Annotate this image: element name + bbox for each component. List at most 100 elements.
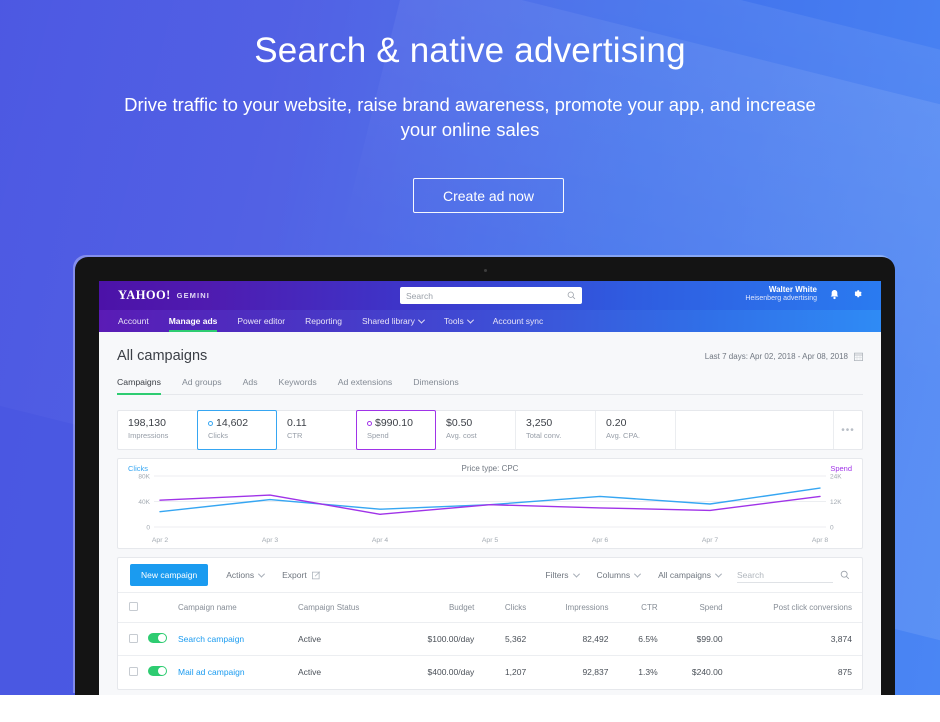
search-icon[interactable]: [840, 570, 850, 580]
chevron-down-icon: [417, 316, 425, 324]
create-ad-now-button[interactable]: Create ad now: [413, 178, 564, 213]
tab-campaigns[interactable]: Campaigns: [117, 377, 161, 395]
table-row[interactable]: Mail ad campaign Active $400.00/day 1,20…: [118, 655, 862, 689]
col-post-click-conversions[interactable]: Post click conversions: [739, 593, 862, 623]
chevron-down-icon: [714, 570, 723, 578]
col-clicks[interactable]: Clicks: [490, 593, 542, 623]
nav-item-reporting[interactable]: Reporting: [305, 310, 342, 332]
cell-spend: $99.00: [673, 622, 739, 656]
kpi-more-options-button[interactable]: •••: [834, 411, 862, 449]
kpi-value: 0.11: [287, 417, 307, 429]
kpi-label: Avg. CPA.: [606, 431, 640, 440]
tab-ad-extensions[interactable]: Ad extensions: [338, 377, 393, 394]
svg-text:Apr 4: Apr 4: [372, 537, 388, 544]
select-all-checkbox[interactable]: [128, 602, 138, 611]
cell-clicks: 5,362: [490, 622, 543, 656]
external-link-icon: [311, 570, 320, 579]
row-toggle-cell: [148, 622, 178, 656]
yahoo-logo[interactable]: YAHOO!: [118, 288, 171, 303]
svg-text:Apr 2: Apr 2: [152, 537, 168, 544]
user-info[interactable]: Walter White Heisenberg advertising: [745, 285, 817, 304]
table-header-row: Campaign name Campaign Status Budget Cli…: [118, 593, 862, 623]
campaign-name-link[interactable]: Mail ad campaign: [178, 667, 245, 677]
nav-item-account-sync[interactable]: Account sync: [493, 310, 544, 332]
svg-text:Apr 5: Apr 5: [482, 537, 498, 544]
kpi-empty-space: [676, 411, 834, 449]
col-campaign-name[interactable]: Campaign name: [178, 593, 298, 623]
col-ctr[interactable]: CTR: [624, 593, 673, 623]
nav-item-manage-ads[interactable]: Manage ads: [168, 310, 218, 332]
col-campaign-status[interactable]: Campaign Status: [298, 593, 403, 623]
nav-item-power-editor[interactable]: Power editor: [237, 310, 285, 332]
nav-item-shared-library[interactable]: Shared library: [362, 310, 425, 332]
nav-item-tools[interactable]: Tools: [443, 310, 474, 332]
new-campaign-button[interactable]: New campaign: [130, 564, 209, 586]
tab-ads[interactable]: Ads: [243, 377, 258, 394]
user-name: Walter White: [768, 285, 817, 294]
kpi-impressions[interactable]: 198,130 Impressions: [118, 411, 198, 449]
cell-ctr: 1.3%: [624, 655, 674, 689]
tab-dimensions[interactable]: Dimensions: [413, 377, 458, 394]
col-budget[interactable]: Budget: [403, 593, 490, 623]
col-impressions[interactable]: Impressions: [542, 593, 624, 623]
hero-banner: Search & native advertising Drive traffi…: [0, 0, 940, 695]
cell-clicks: 1,207: [490, 655, 543, 689]
svg-text:24K: 24K: [830, 474, 842, 481]
columns-dropdown[interactable]: Columns: [597, 570, 642, 580]
global-search-field[interactable]: [400, 287, 582, 304]
performance-chart: Clicks Price type: CPC Spend 80K 40K 0 24K 1…: [117, 458, 863, 549]
table-search-input[interactable]: [737, 567, 833, 583]
laptop-screen: YAHOO! GEMINI Walter White Heisenberg ad…: [99, 281, 881, 695]
cell-ctr: 6.5%: [624, 622, 674, 656]
date-range-picker[interactable]: Last 7 days: Apr 02, 2018 - Apr 08, 2018: [705, 352, 863, 364]
kpi-avg-cpa[interactable]: 0.20 Avg. CPA.: [596, 411, 676, 449]
nav-label: Manage ads: [168, 316, 218, 326]
col-spend[interactable]: Spend: [674, 593, 739, 623]
row-toggle-cell: [148, 655, 178, 689]
gear-icon[interactable]: [851, 288, 863, 300]
campaign-enabled-toggle[interactable]: [148, 633, 167, 643]
bell-icon[interactable]: [829, 289, 840, 301]
page-content: All campaigns Last 7 days: Apr 02, 2018 …: [99, 332, 881, 690]
svg-text:40K: 40K: [138, 499, 150, 506]
search-input[interactable]: [400, 288, 558, 303]
svg-text:80K: 80K: [138, 474, 150, 481]
svg-text:Apr 3: Apr 3: [262, 537, 278, 544]
nav-label: Account sync: [492, 316, 544, 326]
svg-text:0: 0: [146, 525, 150, 532]
kpi-value: 198,130: [128, 417, 166, 429]
cell-impressions: 92,837: [542, 655, 625, 689]
export-button[interactable]: Export: [282, 570, 321, 580]
row-checkbox[interactable]: [128, 633, 138, 643]
kpi-clicks[interactable]: 14,602 Clicks: [197, 410, 277, 450]
svg-text:Apr 7: Apr 7: [702, 537, 718, 544]
table-row[interactable]: Search campaign Active $100.00/day 5,362…: [118, 622, 862, 656]
kpi-ctr[interactable]: 0.11 CTR: [277, 411, 357, 449]
export-label: Export: [282, 570, 307, 580]
kpi-spend[interactable]: $990.10 Spend: [356, 410, 436, 450]
tab-keywords[interactable]: Keywords: [279, 377, 317, 394]
page-header: All campaigns Last 7 days: Apr 02, 2018 …: [117, 332, 863, 364]
nav-item-account[interactable]: Account: [118, 310, 149, 332]
chevron-down-icon: [466, 316, 474, 324]
campaign-enabled-toggle[interactable]: [148, 666, 167, 676]
nav-label: Tools: [443, 316, 464, 326]
webcam-dot: [483, 269, 487, 272]
subtab-bar: Campaigns Ad groups Ads Keywords Ad exte…: [117, 377, 863, 395]
cell-conversions: 3,874: [738, 622, 862, 656]
cell-budget: $100.00/day: [403, 622, 491, 656]
toggle-header: [148, 593, 178, 623]
tab-ad-groups[interactable]: Ad groups: [182, 377, 222, 394]
kpi-total-conv[interactable]: 3,250 Total conv.: [516, 411, 596, 449]
svg-text:12K: 12K: [830, 499, 842, 506]
campaign-name-link[interactable]: Search campaign: [178, 634, 244, 644]
cell-impressions: 82,492: [542, 622, 625, 656]
filters-dropdown[interactable]: Filters: [545, 570, 580, 580]
row-checkbox[interactable]: [128, 666, 138, 676]
scope-label: All campaigns: [658, 570, 711, 580]
actions-dropdown[interactable]: Actions: [226, 570, 266, 580]
kpi-avg-cost[interactable]: $0.50 Avg. cost: [436, 411, 516, 449]
kpi-value-row: 14,602: [208, 417, 276, 429]
scope-dropdown[interactable]: All campaigns: [658, 570, 723, 580]
svg-text:0: 0: [830, 525, 834, 532]
